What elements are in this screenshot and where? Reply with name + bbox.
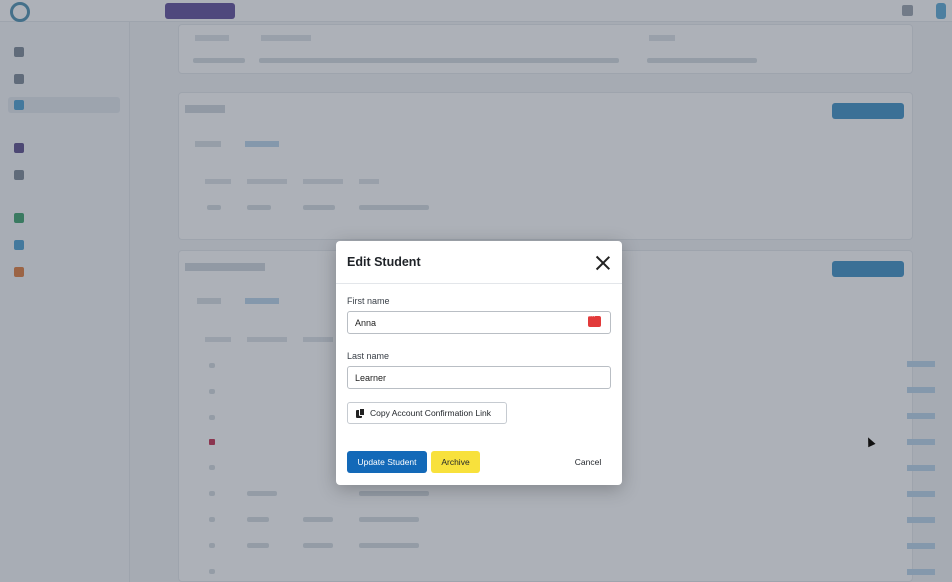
dialog-header: Edit Student: [336, 241, 622, 284]
last-name-input[interactable]: [347, 366, 611, 389]
copy-confirmation-link-button[interactable]: Copy Account Confirmation Link: [347, 402, 507, 424]
update-student-button[interactable]: Update Student: [347, 451, 427, 473]
close-icon[interactable]: [594, 254, 612, 272]
copy-confirmation-link-label: Copy Account Confirmation Link: [370, 408, 491, 418]
archive-button[interactable]: Archive: [431, 451, 480, 473]
password-manager-icon[interactable]: [588, 314, 601, 327]
last-name-label: Last name: [347, 351, 390, 361]
edit-student-dialog: Edit Student First name Last name Copy A…: [336, 241, 622, 485]
first-name-input[interactable]: [347, 311, 611, 334]
dialog-title: Edit Student: [347, 255, 421, 269]
copy-icon: [356, 408, 365, 418]
cancel-button[interactable]: Cancel: [569, 451, 607, 473]
first-name-label: First name: [347, 296, 390, 306]
